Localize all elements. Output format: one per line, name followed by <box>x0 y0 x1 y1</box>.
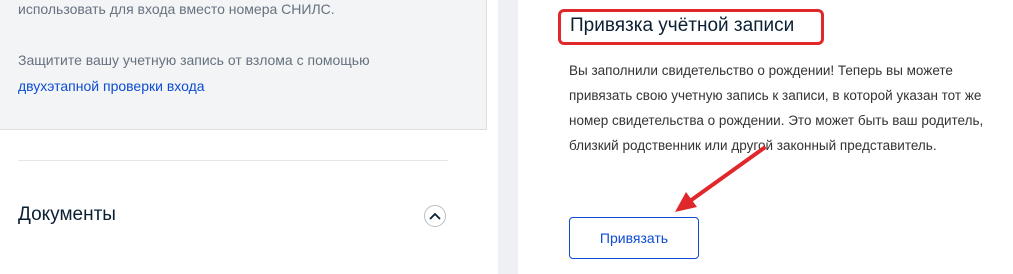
description-line: Вы заполнили свидетельство о рождении! Т… <box>569 63 953 78</box>
description-line: номер свидетельства о рождении. Это може… <box>569 113 984 128</box>
description-line: привязать свою учетную запись к записи, … <box>569 88 982 103</box>
panel-gutter <box>498 0 518 274</box>
description-line: близкий родственник или другой законный … <box>569 138 937 153</box>
link-account-button[interactable]: Привязать <box>569 217 699 259</box>
left-panel: использовать для входа вместо номера СНИ… <box>0 0 498 274</box>
chevron-up-icon <box>429 213 441 220</box>
divider <box>18 160 448 161</box>
collapse-documents-button[interactable] <box>424 205 446 227</box>
account-linking-description: Вы заполнили свидетельство о рождении! Т… <box>569 58 1009 158</box>
security-info-box: использовать для входа вместо номера СНИ… <box>0 0 487 130</box>
account-linking-title: Привязка учётной записи <box>570 15 795 36</box>
info-text-line-1: использовать для входа вместо номера СНИ… <box>18 1 335 17</box>
documents-section-title[interactable]: Документы <box>18 204 116 226</box>
right-panel: Привязка учётной записи Вы заполнили сви… <box>518 0 1013 274</box>
two-step-verification-link[interactable]: двухэтапной проверки входа <box>18 78 205 94</box>
info-text-line-2: Защитите вашу учетную запись от взлома с… <box>18 52 370 68</box>
